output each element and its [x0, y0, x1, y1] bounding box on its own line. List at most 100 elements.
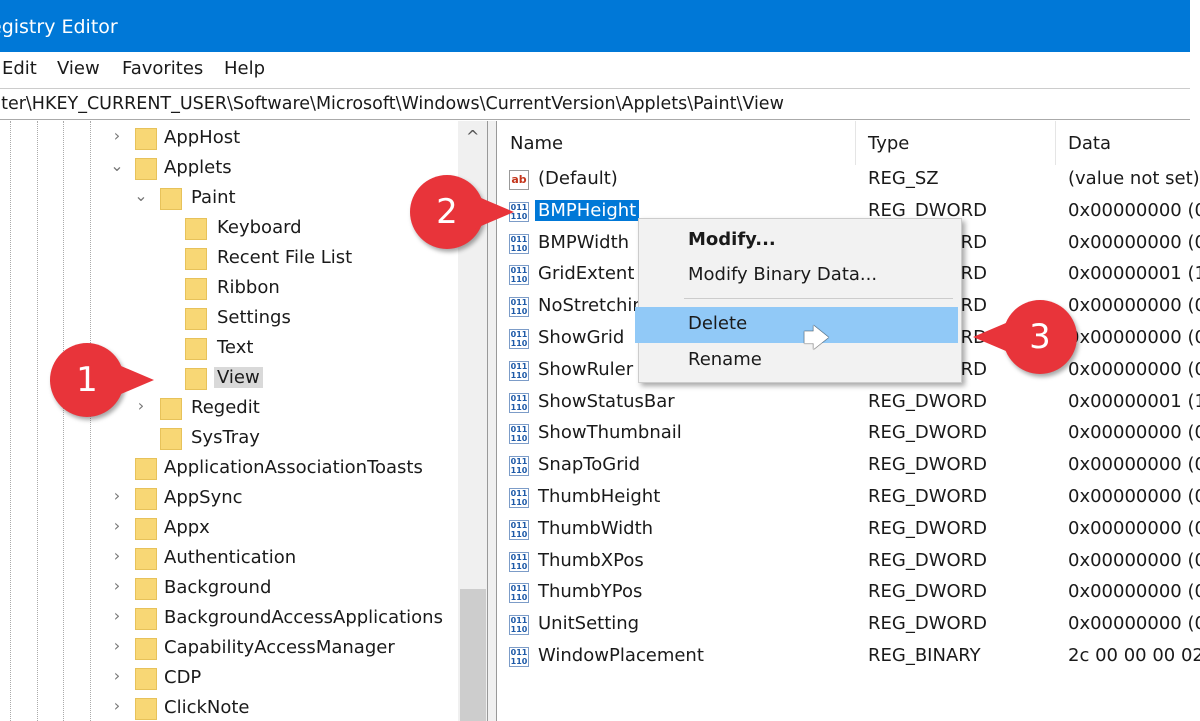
mouse-cursor-icon: 🡆: [803, 324, 830, 354]
chevron-down-icon[interactable]: ⌄: [133, 186, 149, 205]
tree-node[interactable]: Keyboard: [0, 214, 458, 244]
binary-value-icon: 011 110: [509, 360, 529, 381]
value-row[interactable]: 011 110 WindowPlacement REG_BINARY 2c 00 00 …: [497, 643, 1200, 673]
chevron-right-icon[interactable]: ›: [109, 666, 125, 685]
callout-pointer: [114, 363, 154, 397]
value-type: REG_SZ: [868, 168, 939, 189]
tree-node[interactable]: › AppHost: [0, 124, 458, 154]
value-row[interactable]: 011 110 UnitSetting REG_DWORD 0x00000000 (0): [497, 611, 1200, 641]
value-type: REG_DWORD: [868, 581, 988, 603]
value-data: 2c 00 00 00 02 00: [1068, 645, 1200, 666]
menu-help[interactable]: Help: [224, 58, 265, 79]
value-row[interactable]: 011 110 ThumbHeight REG_DWORD 0x00000000 (0): [497, 484, 1200, 514]
value-name: BMPWidth: [538, 231, 630, 253]
chevron-right-icon[interactable]: ›: [109, 576, 125, 595]
chevron-right-icon[interactable]: ›: [109, 486, 125, 505]
value-row[interactable]: 011 110 ThumbYPos REG_DWORD 0x00000000 (0): [497, 579, 1200, 609]
chevron-right-icon[interactable]: ›: [109, 126, 125, 145]
callout-3: 3: [973, 300, 1077, 374]
chevron-right-icon[interactable]: ›: [109, 546, 125, 565]
scroll-up-icon[interactable]: ^: [466, 127, 479, 146]
value-name: BMPHeight: [535, 199, 640, 221]
value-type: REG_DWORD: [868, 486, 988, 507]
value-data: 0x00000000 (0): [1068, 581, 1200, 603]
value-row[interactable]: ab (Default) REG_SZ (value not set): [497, 166, 1200, 196]
value-data: 0x00000000 (0): [1068, 199, 1200, 221]
string-value-icon: ab: [509, 170, 529, 190]
tree-node[interactable]: ⌄ Applets: [0, 154, 458, 184]
binary-value-icon: 011 110: [509, 297, 529, 318]
scroll-thumb[interactable]: [460, 589, 486, 721]
list-header: Name Type Data: [497, 121, 1200, 165]
menu-item-modify[interactable]: Modify...: [635, 223, 958, 259]
binary-value-icon: 011 110: [509, 265, 529, 286]
value-row[interactable]: 011 110 ThumbXPos REG_DWORD 0x00000000 (0): [497, 548, 1200, 578]
folder-icon: [135, 458, 157, 480]
value-name: ShowRuler: [538, 358, 634, 380]
tree-node[interactable]: ⌄ Paint: [0, 184, 458, 214]
value-type: REG_DWORD: [868, 517, 988, 539]
chevron-right-icon[interactable]: ›: [109, 636, 125, 655]
tree-node-label: AppHost: [164, 127, 241, 148]
menu-item-rename[interactable]: Rename: [635, 343, 958, 379]
title-bar: egistry Editor: [0, 0, 1190, 52]
tree-node[interactable]: › ClickNote: [0, 694, 458, 721]
column-data[interactable]: Data: [1068, 133, 1111, 154]
folder-icon: [135, 638, 157, 660]
value-name: SnapToGrid: [538, 454, 641, 476]
value-row[interactable]: 011 110 SnapToGrid REG_DWORD 0x00000000 (0): [497, 452, 1200, 482]
tree-node-label: CDP: [164, 667, 202, 688]
address-path[interactable]: uter\HKEY_CURRENT_USER\Software\Microsof…: [0, 94, 784, 114]
column-divider[interactable]: [855, 121, 856, 165]
tree-node-label: ApplicationAssociationToasts: [164, 457, 423, 478]
tree-node[interactable]: › BackgroundAccessApplications: [0, 604, 458, 634]
tree-node-label: View: [214, 367, 263, 388]
value-row[interactable]: 011 110 ThumbWidth REG_DWORD 0x00000000 (0): [497, 516, 1200, 546]
chevron-right-icon[interactable]: ›: [133, 396, 149, 415]
column-divider[interactable]: [1055, 121, 1056, 165]
value-data: 0x00000000 (0): [1068, 295, 1200, 317]
folder-icon: [135, 698, 157, 720]
tree-node[interactable]: SysTray: [0, 424, 458, 454]
menu-edit[interactable]: Edit: [2, 58, 37, 79]
folder-icon: [185, 278, 207, 300]
tree-node[interactable]: › AppSync: [0, 484, 458, 514]
tree-node[interactable]: › CapabilityAccessManager: [0, 634, 458, 664]
tree-node[interactable]: › CDP: [0, 664, 458, 694]
address-bar[interactable]: uter\HKEY_CURRENT_USER\Software\Microsof…: [0, 88, 1190, 120]
chevron-down-icon[interactable]: ⌄: [109, 156, 125, 175]
tree-node-label: SysTray: [191, 427, 260, 448]
menu-view[interactable]: View: [57, 58, 100, 79]
value-name: ThumbHeight: [538, 486, 661, 507]
tree-node[interactable]: ApplicationAssociationToasts: [0, 454, 458, 484]
column-name[interactable]: Name: [510, 133, 563, 154]
value-data: 0x00000000 (0): [1068, 422, 1200, 444]
value-data: 0x00000000 (0): [1068, 549, 1200, 571]
tree-node-label: Background: [164, 577, 272, 598]
tree-node[interactable]: Settings: [0, 304, 458, 334]
menu-favorites[interactable]: Favorites: [122, 58, 203, 79]
value-data: 0x00000000 (0): [1068, 486, 1200, 507]
value-name: ShowStatusBar: [538, 390, 675, 412]
folder-icon: [135, 668, 157, 690]
tree-node[interactable]: › Background: [0, 574, 458, 604]
menu-item-modify-binary[interactable]: Modify Binary Data...: [635, 258, 958, 294]
tree-node[interactable]: › Authentication: [0, 544, 458, 574]
value-row[interactable]: 011 110 ShowThumbnail REG_DWORD 0x00000000 (…: [497, 420, 1200, 450]
chevron-right-icon[interactable]: ›: [109, 606, 125, 625]
tree-node[interactable]: › Appx: [0, 514, 458, 544]
value-name: ThumbXPos: [538, 549, 644, 571]
binary-value-icon: 011 110: [509, 647, 529, 667]
value-row[interactable]: 011 110 ShowStatusBar REG_DWORD 0x00000001 (…: [497, 389, 1200, 419]
folder-icon: [135, 518, 157, 540]
tree-node[interactable]: Recent File List: [0, 244, 458, 274]
binary-value-icon: 011 110: [509, 583, 529, 604]
binary-value-icon: 011 110: [509, 329, 529, 349]
values-list: Name Type Data ab (Default) REG_SZ (value n…: [497, 121, 1200, 721]
column-type[interactable]: Type: [868, 133, 909, 154]
menu-item-delete[interactable]: Delete: [635, 307, 958, 343]
chevron-right-icon[interactable]: ›: [109, 696, 125, 715]
tree-node[interactable]: Ribbon: [0, 274, 458, 304]
chevron-right-icon[interactable]: ›: [109, 516, 125, 535]
context-menu: Modify... Modify Binary Data... Delete R…: [635, 218, 962, 383]
